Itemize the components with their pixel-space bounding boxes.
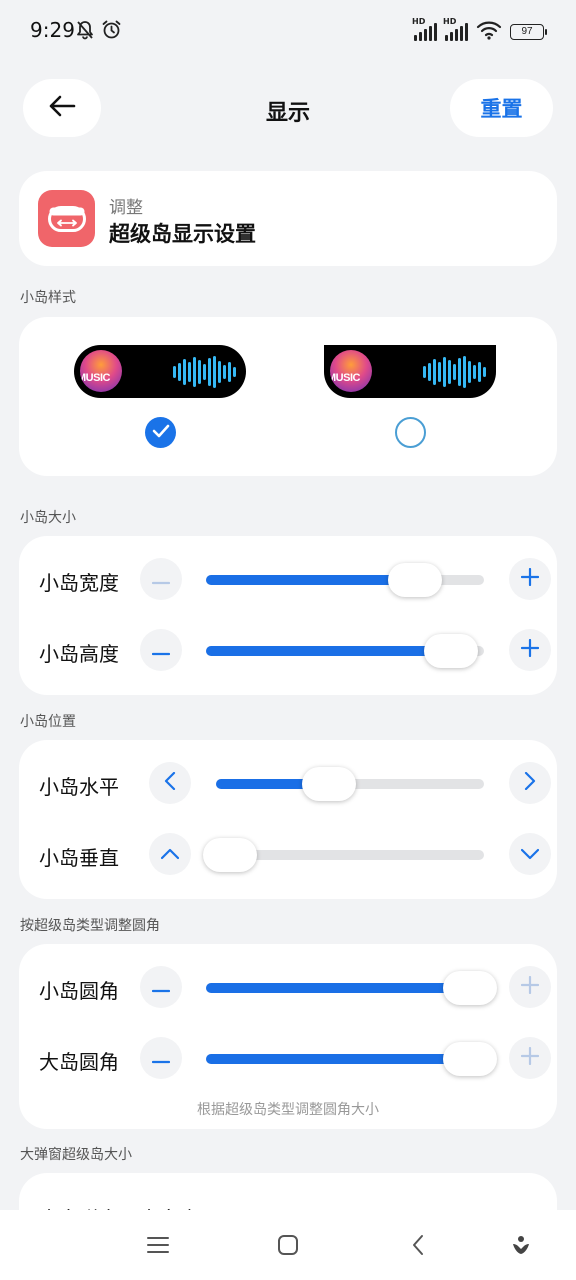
checkmark-icon: [152, 423, 170, 442]
slider-label: 大岛圆角: [39, 1050, 119, 1074]
slider-row-height: 小岛高度: [19, 621, 557, 681]
chevron-right-icon: [524, 771, 536, 794]
increase-button[interactable]: [509, 966, 551, 1008]
slider-row-large-corner: 大岛圆角: [19, 1029, 557, 1089]
signal-icon: HD: [412, 17, 437, 41]
island-size-card: 小岛宽度 小岛高度: [19, 536, 557, 695]
chevron-up-icon: [160, 845, 180, 864]
section-label-popup-size: 大弹窗超级岛大小: [20, 1147, 132, 1163]
decrease-button[interactable]: [140, 966, 182, 1008]
slider-row-vertical: 小岛垂直: [19, 825, 557, 885]
corner-radius-hint: 根据超级岛类型调整圆角大小: [197, 1102, 379, 1118]
slider-thumb[interactable]: [301, 767, 356, 801]
audio-wave-icon: [423, 356, 486, 388]
decrease-button[interactable]: [140, 629, 182, 671]
island-style-card: MUSIC MUSIC: [19, 317, 557, 476]
navigation-bar: [0, 1210, 576, 1280]
album-text: MUSIC: [330, 372, 360, 384]
slider-row-small-corner: 小岛圆角: [19, 958, 557, 1018]
increase-button[interactable]: [509, 558, 551, 600]
wifi-icon: [476, 20, 502, 44]
move-down-button[interactable]: [509, 833, 551, 875]
section-label-island-style: 小岛样式: [20, 290, 76, 306]
status-bar: 9:29 HD HD 97: [0, 0, 576, 60]
album-art: MUSIC: [330, 350, 372, 392]
album-text: MUSIC: [80, 372, 110, 384]
corner-radius-card: 小岛圆角 大岛圆角 根据超级岛类型调整圆角大小: [19, 944, 557, 1129]
signal-icon: HD: [443, 17, 468, 41]
increase-button[interactable]: [509, 629, 551, 671]
increase-button[interactable]: [509, 1037, 551, 1079]
slider-track[interactable]: [216, 767, 484, 801]
chevron-left-icon: [164, 771, 176, 794]
slider-track[interactable]: [206, 634, 484, 668]
slider-label: 小岛垂直: [39, 846, 119, 870]
audio-wave-icon: [173, 356, 236, 388]
slider-label: 小岛宽度: [39, 571, 119, 595]
slider-fill: [206, 646, 457, 656]
slider-label: 小岛圆角: [39, 979, 119, 1003]
move-left-button[interactable]: [149, 762, 191, 804]
plus-icon: [520, 567, 540, 590]
minus-icon: [151, 978, 171, 997]
home-icon[interactable]: [273, 1230, 303, 1260]
signal-hd-label: HD: [412, 17, 426, 26]
section-label-corner-radius: 按超级岛类型调整圆角: [20, 918, 160, 934]
decrease-button[interactable]: [140, 1037, 182, 1079]
slider-fill: [206, 1054, 476, 1064]
info-card: 调整 超级岛显示设置: [19, 171, 557, 266]
island-style-option-notch[interactable]: MUSIC: [324, 345, 496, 398]
section-label-island-size: 小岛大小: [20, 510, 76, 526]
assistant-icon[interactable]: [506, 1230, 536, 1260]
island-resize-icon: [38, 190, 95, 247]
move-right-button[interactable]: [509, 762, 551, 804]
chevron-down-icon: [520, 845, 540, 864]
island-position-card: 小岛水平 小岛垂直: [19, 740, 557, 899]
slider-track[interactable]: [206, 971, 497, 1005]
decrease-button[interactable]: [140, 558, 182, 600]
alarm-icon: [101, 19, 122, 44]
slider-thumb[interactable]: [443, 1042, 497, 1076]
minus-icon: [151, 1049, 171, 1068]
back-icon[interactable]: [403, 1230, 433, 1260]
album-art: MUSIC: [80, 350, 122, 392]
island-style-option-pill[interactable]: MUSIC: [74, 345, 246, 398]
plus-icon: [520, 975, 540, 998]
plus-icon: [520, 638, 540, 661]
slider-thumb[interactable]: [423, 634, 478, 668]
section-label-island-position: 小岛位置: [20, 714, 76, 730]
radio-selected-pill[interactable]: [145, 417, 176, 448]
signal-hd-label: HD: [443, 17, 457, 26]
slider-row-horizontal: 小岛水平: [19, 754, 557, 814]
slider-fill: [206, 983, 476, 993]
slider-track[interactable]: [206, 563, 484, 597]
bell-off-icon: [75, 20, 95, 44]
slider-track[interactable]: [203, 838, 484, 872]
radio-unselected-notch[interactable]: [395, 417, 426, 448]
slider-label: 小岛水平: [39, 775, 119, 799]
move-up-button[interactable]: [149, 833, 191, 875]
reset-button[interactable]: 重置: [450, 79, 553, 137]
slider-label: 小岛高度: [39, 642, 119, 666]
plus-icon: [520, 1046, 540, 1069]
status-time: 9:29: [30, 18, 75, 42]
minus-icon: [151, 570, 171, 589]
slider-thumb[interactable]: [203, 838, 257, 872]
slider-thumb[interactable]: [387, 563, 442, 597]
info-title: 超级岛显示设置: [109, 222, 256, 246]
menu-icon[interactable]: [143, 1230, 173, 1260]
battery-icon: 97: [510, 24, 547, 40]
minus-icon: [151, 641, 171, 660]
info-subtitle: 调整: [109, 198, 143, 218]
slider-track[interactable]: [206, 1042, 497, 1076]
slider-row-width: 小岛宽度: [19, 550, 557, 610]
slider-thumb[interactable]: [443, 971, 497, 1005]
